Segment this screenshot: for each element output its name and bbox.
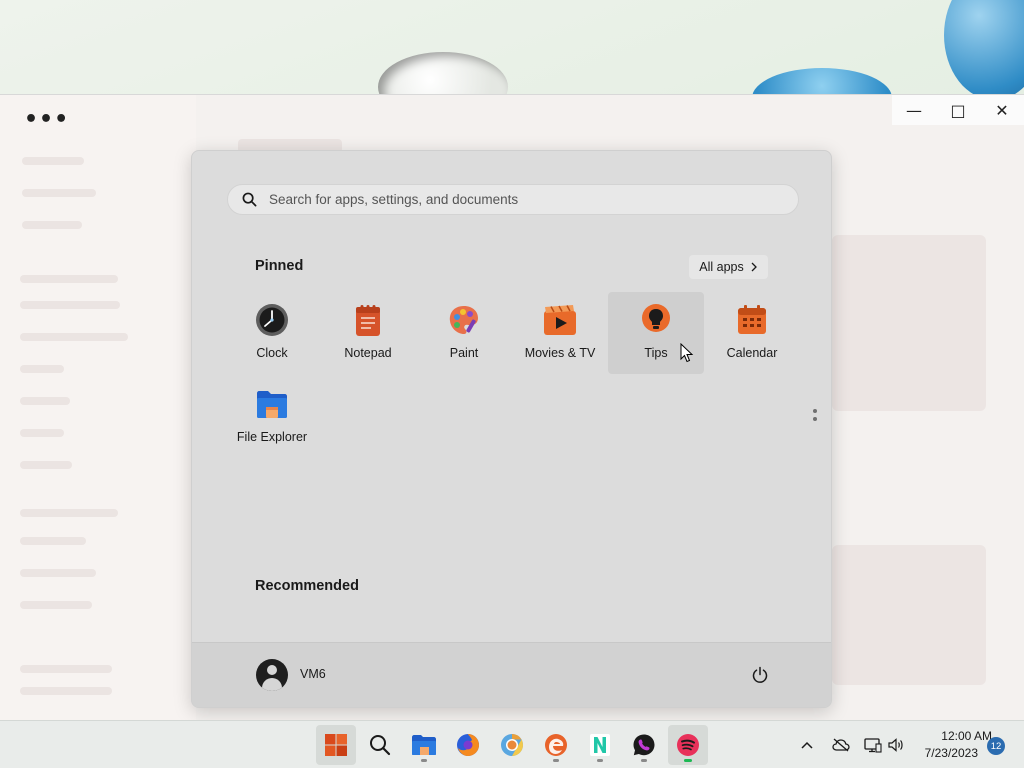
chevron-up-icon: [801, 741, 813, 749]
firefox-icon: [457, 734, 479, 756]
placeholder-line: [20, 429, 64, 437]
placeholder-line: [20, 333, 128, 341]
placeholder-line: [20, 665, 112, 673]
power-icon: [752, 666, 768, 683]
taskbar-spotify[interactable]: [668, 725, 708, 765]
minimize-button[interactable]: —: [892, 95, 936, 125]
show-hidden-icons-button[interactable]: [800, 721, 814, 768]
wallpaper-shape: [944, 0, 1024, 100]
pinned-app-clock[interactable]: Clock: [224, 292, 320, 374]
running-indicator: [597, 759, 603, 762]
placeholder-line: [20, 461, 72, 469]
app-label: File Explorer: [236, 430, 308, 444]
pinned-app-paint[interactable]: Paint: [416, 292, 512, 374]
window-controls: — □ ✕: [892, 95, 1024, 125]
folder-icon: [412, 735, 436, 755]
pinned-app-calendar[interactable]: Calendar: [704, 292, 800, 374]
app-label: Paint: [449, 346, 479, 360]
app-label: Movies & TV: [524, 346, 596, 360]
taskbar-clock-date[interactable]: 7/23/2023: [910, 746, 978, 760]
app-label: Notepad: [344, 346, 392, 360]
running-indicator: [421, 759, 427, 762]
search-input[interactable]: [269, 192, 769, 207]
notepad-icon: [350, 302, 386, 338]
placeholder-line: [22, 157, 84, 165]
app-label: Clock: [256, 346, 288, 360]
taskbar: 12:00 AM 7/23/2023 12: [0, 720, 1024, 768]
background-card: [832, 235, 986, 411]
taskbar-file-explorer[interactable]: [404, 725, 444, 765]
placeholder-line: [22, 221, 82, 229]
chrome-icon: [501, 734, 523, 756]
placeholder-line: [20, 687, 112, 695]
network-tray-button[interactable]: [864, 721, 882, 768]
all-apps-button[interactable]: All apps: [689, 255, 768, 279]
placeholder-line: [20, 537, 86, 545]
spotify-icon: [677, 734, 699, 756]
background-sidebar: •••: [0, 95, 196, 721]
running-indicator: [553, 759, 559, 762]
whatsapp-icon: [633, 734, 655, 756]
notification-badge[interactable]: 12: [987, 737, 1005, 755]
cloud-offline-icon: [832, 738, 850, 752]
taskbar-clock-time[interactable]: 12:00 AM: [910, 729, 992, 743]
placeholder-line: [20, 569, 96, 577]
page-indicator[interactable]: [813, 409, 819, 425]
start-menu: Pinned All apps Clock: [191, 150, 832, 708]
taskbar-search-button[interactable]: [360, 725, 400, 765]
calendar-icon: [734, 302, 770, 338]
background-card: [832, 545, 986, 685]
search-box[interactable]: [227, 184, 799, 215]
paint-icon: [446, 302, 482, 338]
movies-tv-icon: [542, 302, 578, 338]
placeholder-line: [20, 365, 64, 373]
pinned-app-file-explorer[interactable]: File Explorer: [224, 376, 320, 458]
app-label: Tips: [644, 346, 668, 360]
start-button[interactable]: [316, 725, 356, 765]
windows-start-icon: [325, 734, 347, 756]
user-avatar[interactable]: [256, 659, 288, 691]
recommended-title: Recommended: [255, 578, 359, 594]
taskbar-n-app[interactable]: [580, 725, 620, 765]
taskbar-whatsapp[interactable]: [624, 725, 664, 765]
all-apps-label: All apps: [699, 260, 744, 274]
mouse-cursor-icon: [680, 343, 694, 363]
pinned-title: Pinned: [255, 258, 304, 274]
taskbar-edge[interactable]: [536, 725, 576, 765]
n-app-icon: [590, 734, 610, 756]
volume-tray-button[interactable]: [888, 721, 904, 768]
file-explorer-icon: [254, 386, 290, 422]
edge-icon: [545, 734, 567, 756]
clock-icon: [254, 302, 290, 338]
network-icon: [864, 738, 882, 753]
placeholder-line: [20, 601, 92, 609]
placeholder-line: [20, 301, 120, 309]
chevron-right-icon: [751, 262, 757, 272]
pinned-app-movies-tv[interactable]: Movies & TV: [512, 292, 608, 374]
close-button[interactable]: ✕: [980, 95, 1024, 125]
tips-icon: [638, 302, 674, 338]
placeholder-line: [20, 275, 118, 283]
power-button[interactable]: [748, 663, 772, 687]
taskbar-firefox[interactable]: [448, 725, 488, 765]
pinned-app-notepad[interactable]: Notepad: [320, 292, 416, 374]
placeholder-line: [22, 189, 96, 197]
search-icon: [242, 192, 257, 207]
placeholder-line: [20, 509, 118, 517]
running-indicator: [684, 759, 692, 762]
start-menu-footer: VM6: [192, 642, 831, 707]
user-name[interactable]: VM6: [300, 667, 326, 681]
running-indicator: [641, 759, 647, 762]
search-icon: [370, 735, 391, 756]
more-options-icon[interactable]: •••: [24, 107, 69, 132]
maximize-button[interactable]: □: [936, 95, 980, 125]
placeholder-line: [20, 397, 70, 405]
onedrive-tray-button[interactable]: [832, 721, 850, 768]
taskbar-chrome[interactable]: [492, 725, 532, 765]
speaker-icon: [888, 738, 903, 752]
app-label: Calendar: [726, 346, 778, 360]
